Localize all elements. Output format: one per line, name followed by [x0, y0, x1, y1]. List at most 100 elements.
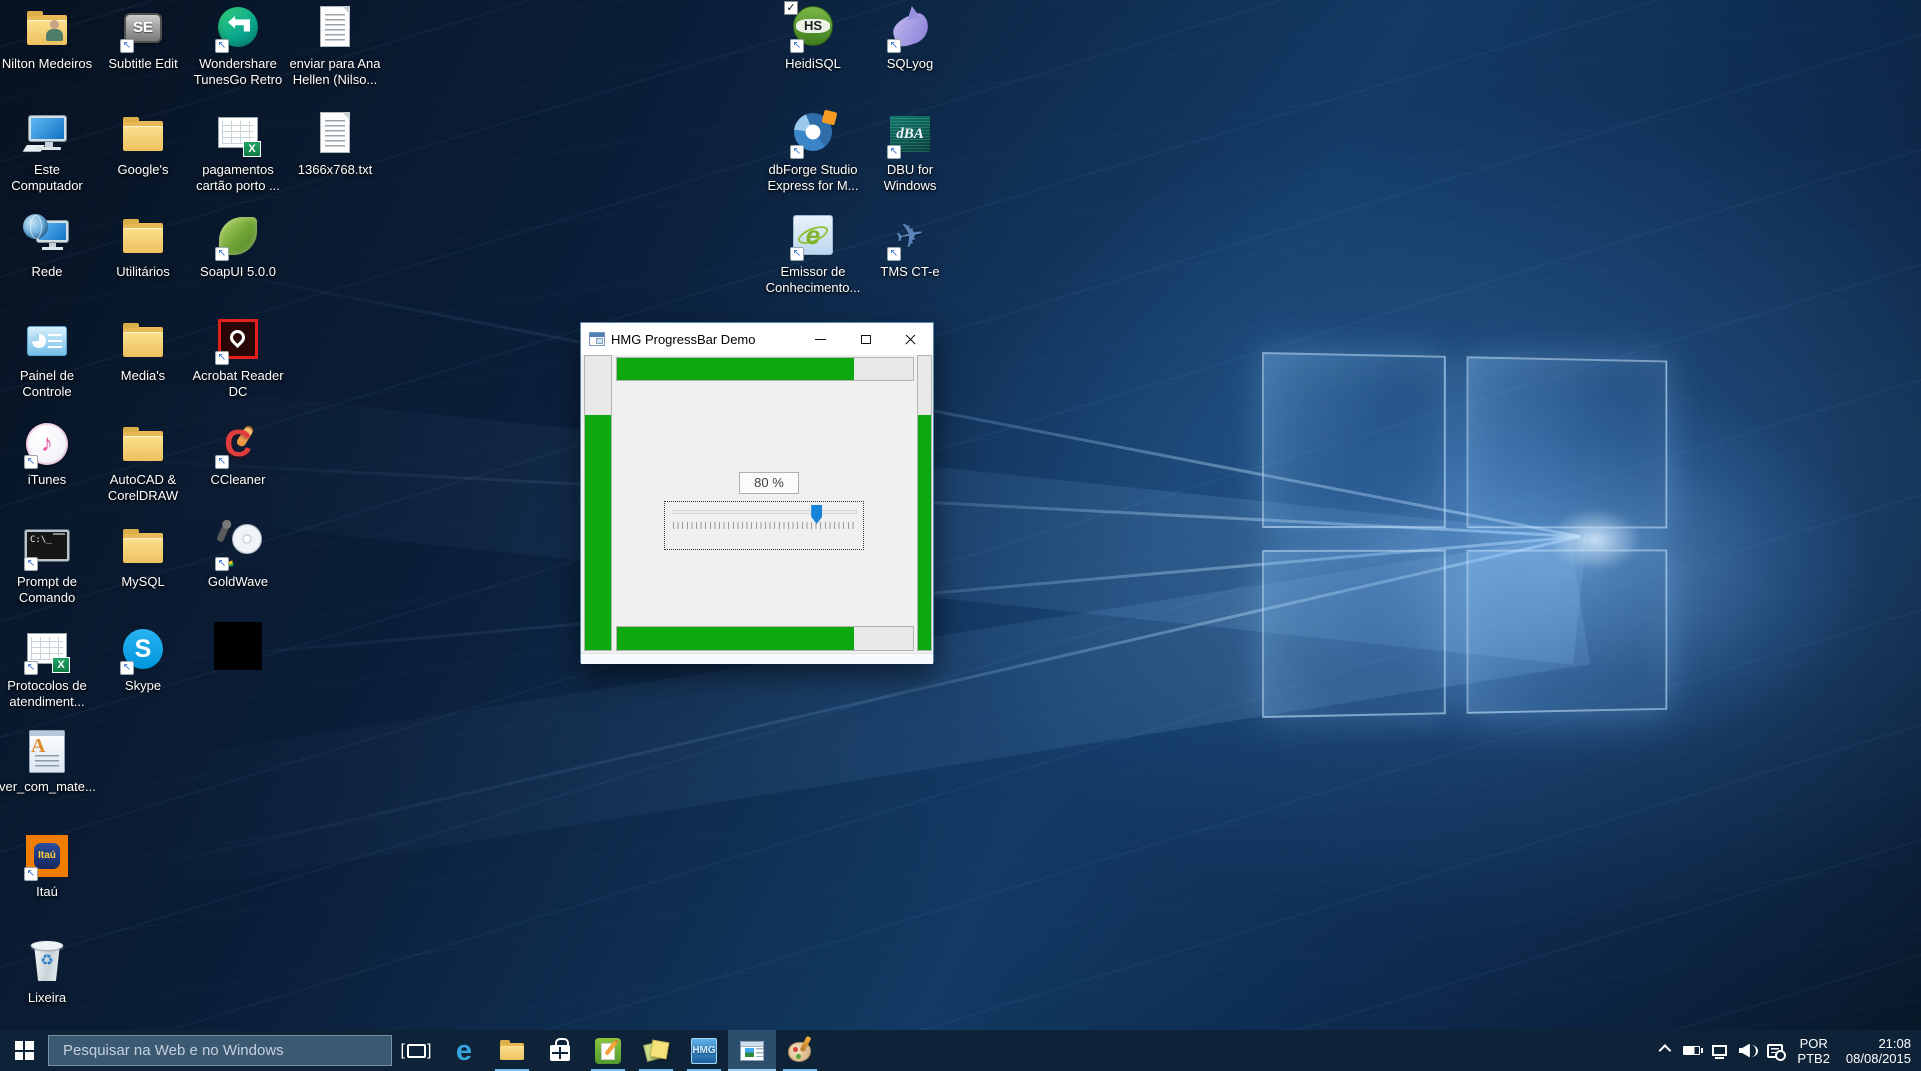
- desktop-icon-lixeira[interactable]: ♻Lixeira: [1, 938, 93, 1006]
- action-center-button[interactable]: [1761, 1030, 1789, 1071]
- language-indicator[interactable]: POR PTB2: [1789, 1036, 1838, 1066]
- maximize-button[interactable]: [843, 323, 888, 355]
- taskbar-app-sticky-notes[interactable]: [632, 1030, 680, 1071]
- folder-icon: [117, 316, 169, 366]
- desktop-icon-goldwave[interactable]: ~GoldWave: [192, 522, 284, 590]
- desktop-icon-label: Skype: [95, 678, 191, 694]
- desktop-icon-emissor-de-conhecimento[interactable]: eEmissor de Conhecimento...: [767, 212, 859, 296]
- soapui-icon: [212, 212, 264, 262]
- taskbar-app-hmg-ide[interactable]: HMG: [680, 1030, 728, 1071]
- desktop-icon-subtitle-edit[interactable]: SESubtitle Edit: [97, 4, 189, 72]
- battery-status[interactable]: [1677, 1030, 1705, 1071]
- desktop-icon-ccleaner[interactable]: CCCleaner: [192, 420, 284, 488]
- desktop-icon-medias[interactable]: Media's: [97, 316, 189, 384]
- desktop-icon-sqlyog[interactable]: SQLyog: [864, 4, 956, 72]
- checkbox-overlay-icon: [784, 1, 798, 15]
- desktop-icon-heidisql[interactable]: HSHeidiSQL: [767, 4, 859, 72]
- slider-ticks: [673, 522, 857, 529]
- tray-expand-button[interactable]: [1649, 1030, 1677, 1071]
- taskbar-search[interactable]: [48, 1035, 392, 1066]
- desktop-icon-skype[interactable]: S Skype: [97, 626, 189, 694]
- taskbar-apps: e HMG: [440, 1030, 824, 1071]
- store-icon: [545, 1036, 575, 1066]
- desktop-icon-googles[interactable]: Google's: [97, 110, 189, 178]
- desktop-icon-unknown-black-square[interactable]: [192, 622, 284, 672]
- desktop-icon-nilton-medeiros[interactable]: Nilton Medeiros: [1, 4, 93, 72]
- desktop-icon-label: Itaú: [0, 884, 95, 900]
- desktop-icon-mysql[interactable]: MySQL: [97, 522, 189, 590]
- minimize-button[interactable]: [798, 323, 843, 355]
- folder-icon: [117, 110, 169, 160]
- desktop-icon-enviar-para-ana-hellen[interactable]: enviar para Ana Hellen (Nilso...: [289, 4, 381, 88]
- progressbar-top: [616, 357, 914, 381]
- shortcut-arrow-icon: [790, 145, 804, 159]
- folder-icon: [117, 420, 169, 470]
- taskbar-app-file-explorer[interactable]: [488, 1030, 536, 1071]
- hmg-ide-icon: HMG: [689, 1036, 719, 1066]
- desktop-icon-acrobat-reader-dc[interactable]: Acrobat Reader DC: [192, 316, 284, 400]
- desktop-icon-utilitarios[interactable]: Utilitários: [97, 212, 189, 280]
- excel-icon: X: [212, 110, 264, 160]
- computer-icon: [21, 110, 73, 160]
- desktop-icon-wondershare-tunesgo-retro[interactable]: Wondershare TunesGo Retro: [192, 4, 284, 88]
- taskbar-search-input[interactable]: [49, 1036, 391, 1065]
- task-view-icon: [407, 1044, 426, 1058]
- desktop-icon-itau[interactable]: ItaúItaú: [1, 832, 93, 900]
- desktop-icon-dbforge-studio-express[interactable]: dbForge Studio Express for M...: [767, 110, 859, 194]
- desktop-icon-autocad-coreldraw[interactable]: AutoCAD & CorelDRAW: [97, 420, 189, 504]
- network-status[interactable]: [1705, 1030, 1733, 1071]
- close-button[interactable]: [888, 323, 933, 355]
- desktop-icon-label: Wondershare TunesGo Retro: [190, 56, 286, 88]
- slider-track[interactable]: [672, 510, 857, 514]
- window-title: HMG ProgressBar Demo: [611, 332, 798, 347]
- taskbar-app-hmg-progressbar-demo[interactable]: [728, 1030, 776, 1071]
- windows-start-icon: [15, 1041, 34, 1060]
- desktop-icon-soapui-500[interactable]: SoapUI 5.0.0: [192, 212, 284, 280]
- taskbar-app-image-editor[interactable]: [584, 1030, 632, 1071]
- desktop-icon-label: DBU for Windows: [862, 162, 958, 194]
- desktop-icon-ver-com-mate[interactable]: Aver_com_mate...: [1, 727, 93, 795]
- badge-se-icon: SE: [117, 4, 169, 54]
- shortcut-arrow-icon: [24, 455, 38, 469]
- language-code: POR: [1797, 1036, 1830, 1051]
- hmg-progressbar-demo-icon: [737, 1036, 767, 1066]
- window-client-area: 80 %: [581, 355, 933, 662]
- taskbar-app-store[interactable]: [536, 1030, 584, 1071]
- desktop-icon-este-computador[interactable]: Este Computador: [1, 110, 93, 194]
- desktop-icon-label: Nilton Medeiros: [0, 56, 95, 72]
- system-tray: POR PTB2 21:08 08/08/2015: [1649, 1030, 1921, 1071]
- desktop-icon-itunes[interactable]: ♪iTunes: [1, 420, 93, 488]
- desktop-icon-label: SoapUI 5.0.0: [190, 264, 286, 280]
- desktop-icon-protocolos-de-atendimento[interactable]: XProtocolos de atendiment...: [1, 626, 93, 710]
- window-titlebar[interactable]: HMG ProgressBar Demo: [581, 323, 933, 355]
- start-button[interactable]: [0, 1030, 48, 1071]
- desktop-icon-tms-ct-e[interactable]: ✈TMS CT-e: [864, 212, 956, 280]
- desktop-icon-label: Acrobat Reader DC: [190, 368, 286, 400]
- taskbar-app-paint[interactable]: [776, 1030, 824, 1071]
- desktop-icon-label: Rede: [0, 264, 95, 280]
- desktop-icon-painel-de-controle[interactable]: Painel de Controle: [1, 316, 93, 400]
- terminal-icon: C:\_: [21, 522, 73, 572]
- desktop-icon-grid: Nilton MedeirosSESubtitle EditWondershar…: [0, 0, 1921, 1030]
- taskbar-app-edge[interactable]: e: [440, 1030, 488, 1071]
- desktop-icon-pagamentos-cartao-porto[interactable]: Xpagamentos cartão porto ...: [192, 110, 284, 194]
- desktop-icon-1366x768-txt[interactable]: 1366x768.txt: [289, 110, 381, 178]
- volume-status[interactable]: [1733, 1030, 1761, 1071]
- desktop-icon-label: Protocolos de atendiment...: [0, 678, 95, 710]
- close-icon: [904, 333, 917, 346]
- clock[interactable]: 21:08 08/08/2015: [1838, 1036, 1921, 1066]
- paint-icon: [785, 1036, 815, 1066]
- desktop-icon-label: CCleaner: [190, 472, 286, 488]
- skype-icon: S: [117, 626, 169, 676]
- network-icon: [21, 212, 73, 262]
- desktop-icon-prompt-de-comando[interactable]: C:\_Prompt de Comando: [1, 522, 93, 606]
- speaker-icon: [1739, 1044, 1756, 1058]
- desktop-icon-dbu-for-windows[interactable]: dBADBU for Windows: [864, 110, 956, 194]
- folder-icon: [117, 212, 169, 262]
- percent-slider[interactable]: [664, 501, 864, 550]
- percent-value-box: 80 %: [739, 472, 799, 494]
- tms-icon: ✈: [884, 212, 936, 262]
- itunes-icon: ♪: [21, 420, 73, 470]
- desktop-icon-rede[interactable]: Rede: [1, 212, 93, 280]
- task-view-button[interactable]: [392, 1030, 440, 1071]
